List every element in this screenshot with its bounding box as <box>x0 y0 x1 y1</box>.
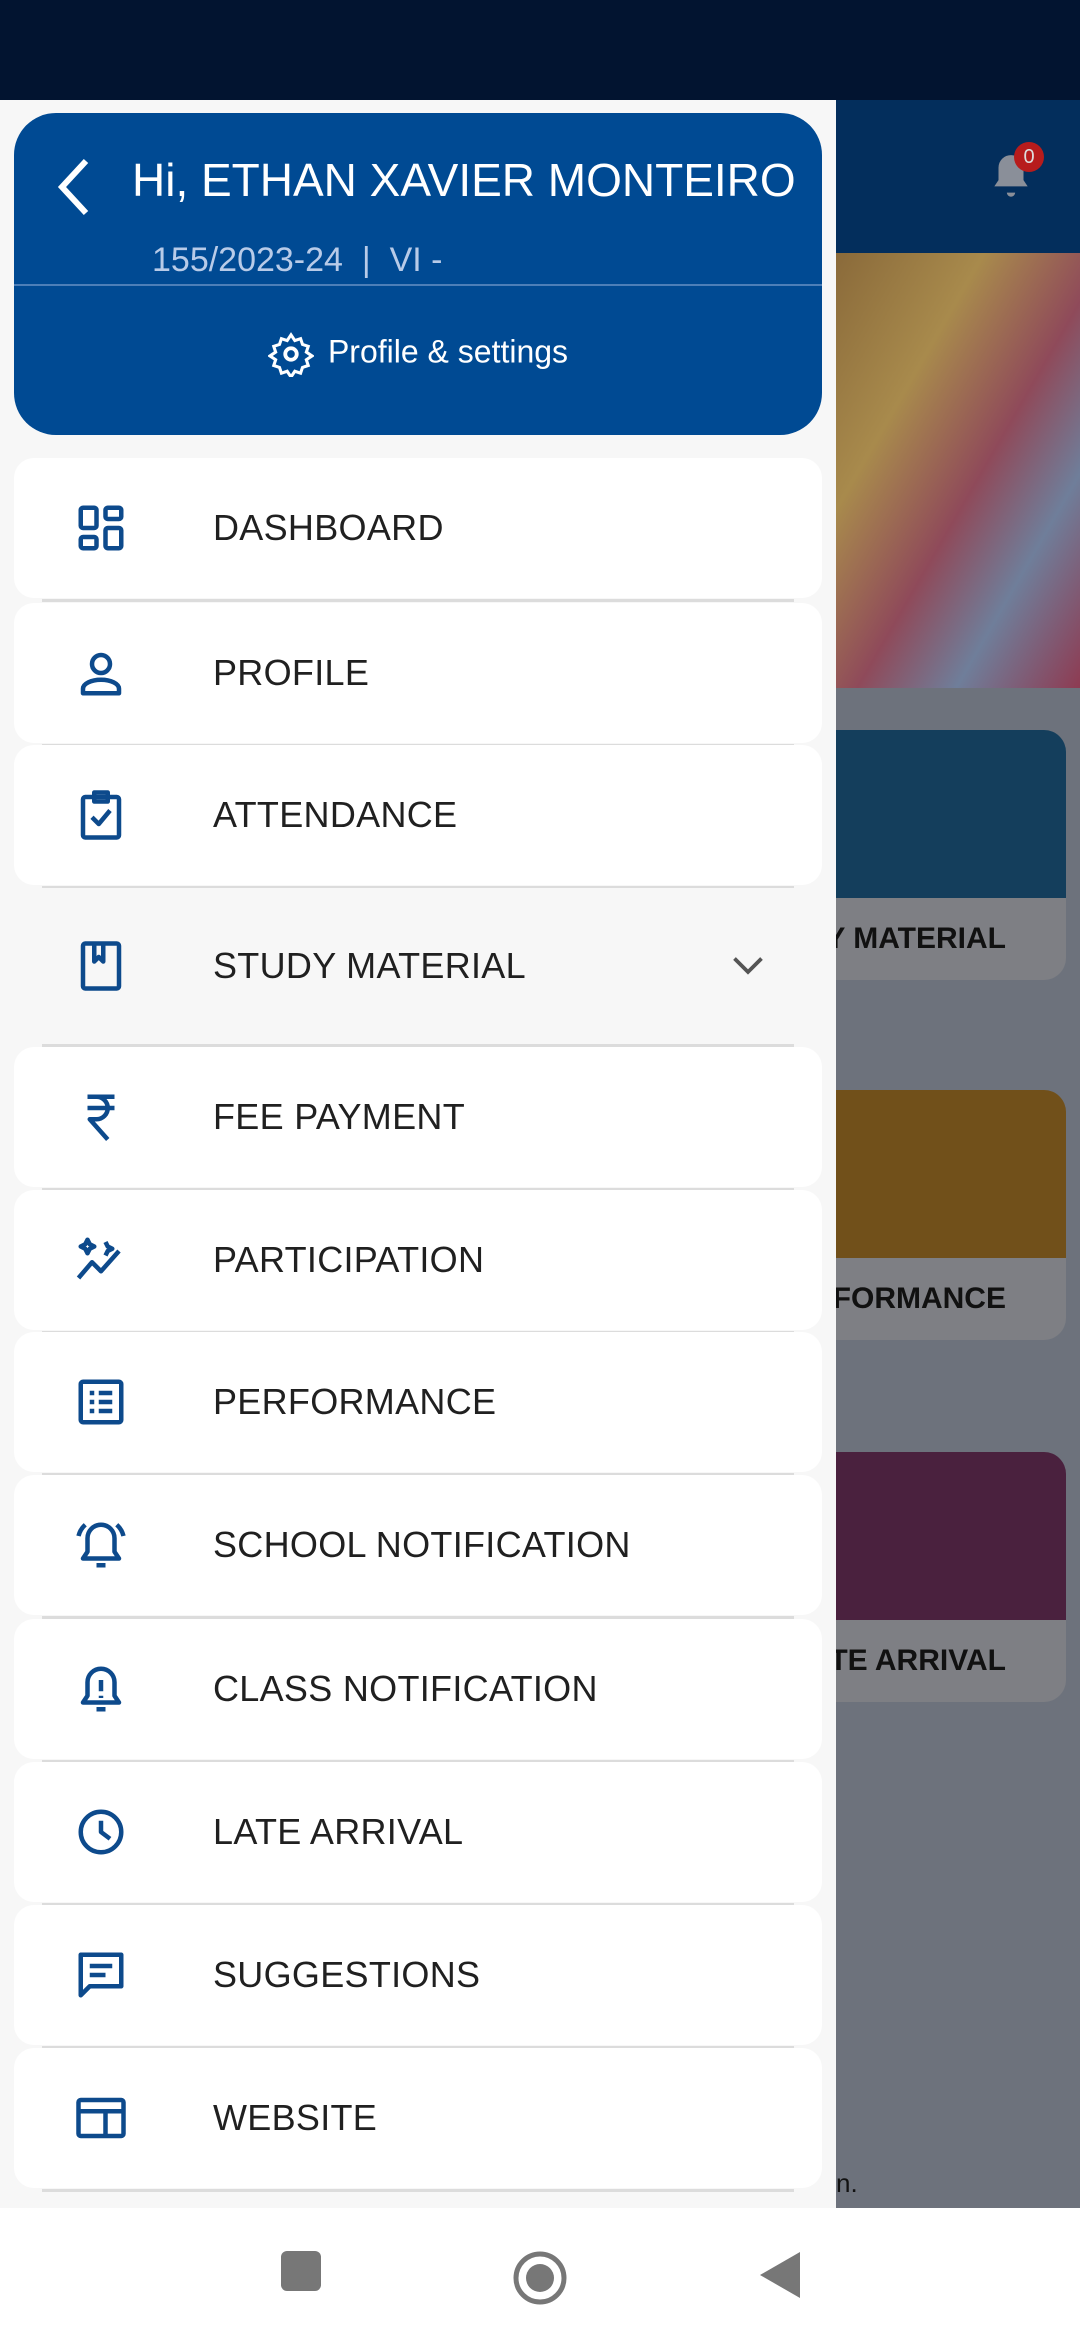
menu-item-suggestions[interactable]: SUGGESTIONS <box>14 1905 822 2045</box>
back-arrow-icon[interactable] <box>54 157 94 217</box>
tile-study-material: DY MATERIAL <box>836 730 1066 980</box>
navigation-drawer: Hi, ETHAN XAVIER MONTEIRO 155/2023-24 | … <box>0 100 836 2208</box>
sparkle-chart-icon <box>76 1237 121 1280</box>
tile-performance: RFORMANCE <box>836 1090 1066 1340</box>
chevron-down-icon[interactable] <box>730 954 766 978</box>
menu-item-label: DASHBOARD <box>213 507 444 548</box>
user-subtitle: 155/2023-24 | VI - <box>152 241 443 279</box>
recents-button[interactable] <box>280 2250 322 2297</box>
menu-item-label: LATE ARRIVAL <box>213 1811 464 1852</box>
menu-item-label: CLASS NOTIFICATION <box>213 1668 598 1709</box>
book-icon <box>80 940 122 991</box>
menu-item-website[interactable]: WEBSITE <box>14 2048 822 2188</box>
menu-item-dashboard[interactable]: DASHBOARD <box>14 458 822 598</box>
background-dashboard: 0 DY MATERIAL RFORMANCE TE ARRIVAL n. <box>836 100 1080 2208</box>
menu-item-label: PROFILE <box>213 652 370 693</box>
message-icon <box>78 1952 124 1998</box>
list-icon <box>78 1379 124 1425</box>
menu-item-label: SCHOOL NOTIFICATION <box>213 1524 631 1565</box>
menu-item-class-notification[interactable]: CLASS NOTIFICATION <box>14 1619 822 1759</box>
dashboard-icon <box>78 505 124 551</box>
menu-item-attendance[interactable]: ATTENDANCE <box>14 745 822 885</box>
menu-item-late-arrival[interactable]: LATE ARRIVAL <box>14 1762 822 1902</box>
menu-item-label: WEBSITE <box>213 2097 378 2138</box>
system-nav-bar <box>0 2208 1080 2340</box>
app-bar <box>836 100 1080 253</box>
drawer-header: Hi, ETHAN XAVIER MONTEIRO 155/2023-24 | … <box>14 113 822 435</box>
profile-settings-label: Profile & settings <box>327 333 569 370</box>
user-greeting: Hi, ETHAN XAVIER MONTEIRO <box>132 154 796 206</box>
divider <box>14 284 822 286</box>
menu-item-participation[interactable]: PARTICIPATION <box>14 1190 822 1330</box>
back-button[interactable] <box>758 2250 802 2305</box>
rupee-icon <box>87 1094 115 1141</box>
banner-image <box>836 253 1080 688</box>
menu-item-label: FEE PAYMENT <box>213 1096 465 1137</box>
profile-settings-button[interactable]: Profile & settings <box>14 331 822 380</box>
menu-item-fee-payment[interactable]: FEE PAYMENT <box>14 1047 822 1187</box>
web-icon <box>76 2097 126 2139</box>
person-icon <box>80 652 122 696</box>
menu-item-label: SUGGESTIONS <box>213 1954 481 1995</box>
divider <box>42 2189 794 2192</box>
menu-item-label: PARTICIPATION <box>213 1239 485 1280</box>
gear-icon <box>267 332 315 380</box>
divider <box>42 599 794 602</box>
bell-ring-icon <box>76 1522 126 1568</box>
menu-item-school-notification[interactable]: SCHOOL NOTIFICATION <box>14 1475 822 1615</box>
menu-item-label: PERFORMANCE <box>213 1381 497 1422</box>
tile-late-arrival: TE ARRIVAL <box>836 1452 1066 1702</box>
status-bar <box>0 0 1080 100</box>
notification-badge: 0 <box>1014 142 1044 172</box>
menu-item-study-material[interactable]: STUDY MATERIAL <box>14 888 822 1043</box>
menu-item-profile[interactable]: PROFILE <box>14 603 822 743</box>
footer-text: n. <box>836 2168 858 2198</box>
clipboard-check-icon <box>80 790 122 840</box>
menu-item-label: STUDY MATERIAL <box>213 944 526 986</box>
menu-item-label: ATTENDANCE <box>213 794 458 835</box>
bell-alert-icon <box>80 1666 122 1712</box>
menu-item-performance[interactable]: PERFORMANCE <box>14 1332 822 1472</box>
home-button[interactable] <box>512 2250 568 2311</box>
clock-icon <box>78 1809 124 1855</box>
